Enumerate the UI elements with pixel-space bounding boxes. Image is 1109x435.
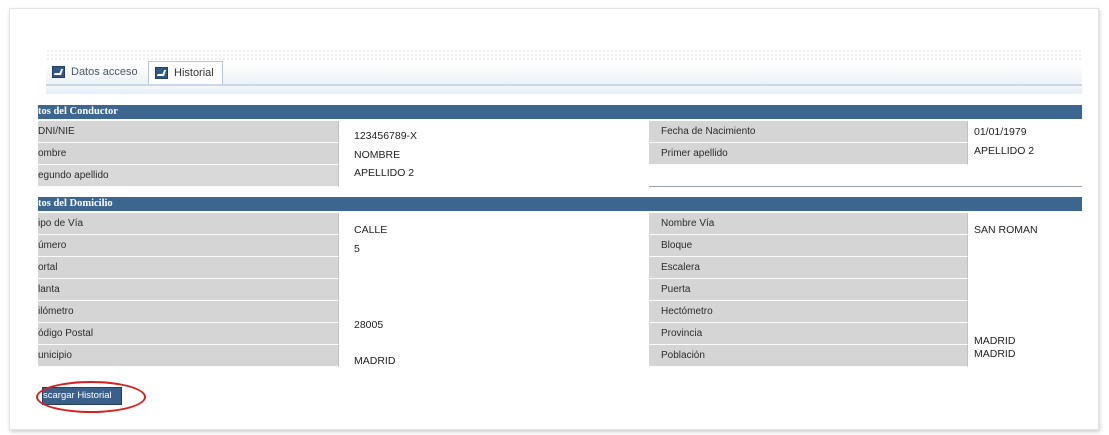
section-header-domicilio: tos del Domicilio bbox=[38, 197, 1082, 211]
label-kilometro: ilómetro bbox=[38, 301, 339, 323]
value-nombre-via: SAN ROMAN bbox=[974, 224, 1038, 236]
value-municipio: MADRID bbox=[354, 355, 396, 367]
tab-check-icon bbox=[155, 67, 168, 79]
label-portal: ortal bbox=[38, 257, 339, 279]
tab-datos-acceso[interactable]: Datos acceso bbox=[46, 62, 146, 82]
label-provincia: Provincia bbox=[649, 323, 968, 345]
label-primer-apellido: Primer apellido bbox=[649, 143, 968, 165]
label-codigo-postal: ódigo Postal bbox=[38, 323, 339, 345]
value-primer-apellido: APELLIDO 2 bbox=[974, 145, 1035, 157]
value-segundo-apellido: APELLIDO 2 bbox=[354, 167, 415, 179]
label-poblacion: Población bbox=[649, 345, 968, 367]
value-fecha-nacimiento: 01/01/1979 bbox=[974, 126, 1027, 138]
section-header-conductor: tos del Conductor bbox=[38, 105, 1082, 119]
tab-bar: Datos acceso Historial bbox=[46, 61, 1082, 86]
label-tipo-via: ipo de Vía bbox=[38, 213, 339, 235]
download-historial-button[interactable]: scargar Historial bbox=[42, 387, 122, 405]
label-planta: lanta bbox=[38, 279, 339, 301]
value-dni: 123456789-X bbox=[354, 130, 418, 142]
label-segundo-apellido: egundo apellido bbox=[38, 165, 339, 187]
value-tipo-via: CALLE bbox=[354, 224, 388, 236]
value-codigo-postal: 28005 bbox=[354, 319, 384, 331]
value-numero: 5 bbox=[354, 243, 360, 255]
label-nombre-via: Nombre Vía bbox=[649, 213, 968, 235]
label-dni: DNI/NIE bbox=[38, 121, 339, 143]
value-provincia: MADRID bbox=[974, 335, 1016, 347]
label-nombre: ombre bbox=[38, 143, 339, 165]
tab-historial[interactable]: Historial bbox=[148, 61, 223, 84]
label-bloque: Bloque bbox=[649, 235, 968, 257]
tab-label: Datos acceso bbox=[71, 66, 138, 78]
value-nombre: NOMBRE bbox=[354, 149, 401, 161]
divider bbox=[649, 186, 1082, 187]
tab-label: Historial bbox=[174, 67, 214, 79]
value-poblacion: MADRID bbox=[974, 348, 1016, 360]
label-escalera: Escalera bbox=[649, 257, 968, 279]
label-numero: úmero bbox=[38, 235, 339, 257]
label-fecha-nacimiento: Fecha de Nacimiento bbox=[649, 121, 968, 143]
tab-check-icon bbox=[52, 66, 65, 78]
label-municipio: unicipio bbox=[38, 345, 339, 367]
label-hectometro: Hectómetro bbox=[649, 301, 968, 323]
tab-subbar bbox=[46, 86, 1082, 94]
label-puerta: Puerta bbox=[649, 279, 968, 301]
